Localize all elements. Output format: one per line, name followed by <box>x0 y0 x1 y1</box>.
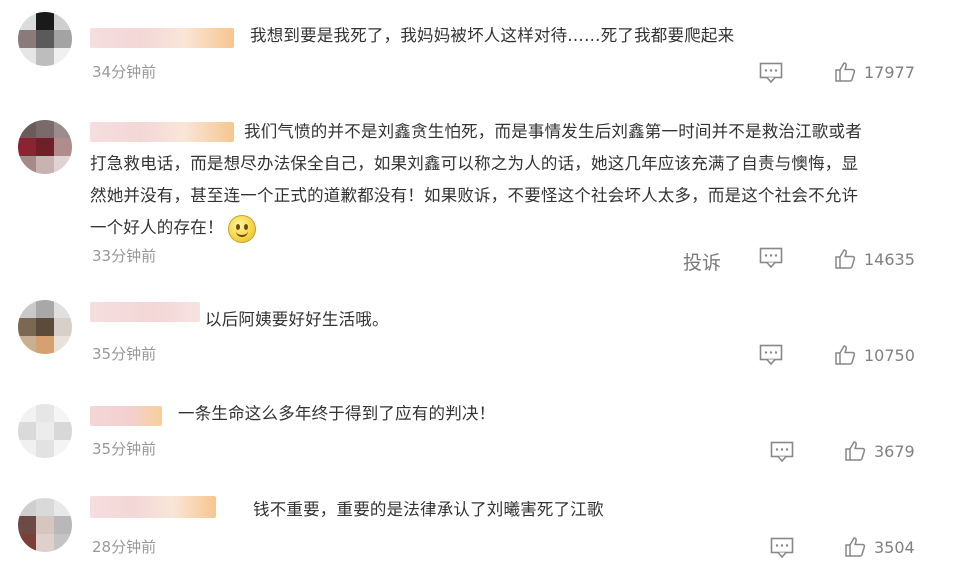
avatar[interactable] <box>18 300 72 354</box>
comment-icon[interactable] <box>770 441 794 463</box>
comment-item: 我们气愤的并不是刘鑫贪生怕死，而是事情发生后刘鑫第一时间并不是救治江歌或者 打急… <box>0 120 956 280</box>
comment-text: 我们气愤的并不是刘鑫贪生怕死，而是事情发生后刘鑫第一时间并不是救治江歌或者 打急… <box>90 116 916 244</box>
thumbs-up-icon <box>834 61 856 83</box>
avatar-mosaic-cell <box>36 516 54 534</box>
like-button[interactable]: 3504 <box>844 536 915 558</box>
like-button[interactable]: 14635 <box>834 248 915 270</box>
like-count: 3504 <box>874 537 915 557</box>
comment-item: 我想到要是我死了，我妈妈被坏人这样对待……死了我都要爬起来 34分钟前 1797… <box>0 12 956 92</box>
avatar-mosaic-cell <box>54 336 72 354</box>
avatar-mosaic-cell <box>18 516 36 534</box>
avatar-mosaic-cell <box>18 534 36 552</box>
avatar-mosaic-cell <box>54 318 72 336</box>
comment-icon[interactable] <box>759 247 783 269</box>
comment-item: 钱不重要，重要的是法律承认了刘曦害死了江歌 28分钟前 3504 <box>0 494 956 570</box>
avatar-mosaic-cell <box>54 12 72 30</box>
avatar-mosaic-cell <box>36 300 54 318</box>
avatar-mosaic-cell <box>54 138 72 156</box>
thumbs-up-icon <box>844 440 866 462</box>
avatar-mosaic-cell <box>36 156 54 174</box>
avatar-mosaic-cell <box>54 120 72 138</box>
avatar-mosaic-cell <box>18 12 36 30</box>
comment-time: 34分钟前 <box>92 63 157 81</box>
avatar-mosaic-cell <box>36 404 54 422</box>
avatar-mosaic-cell <box>36 120 54 138</box>
username-blurred[interactable] <box>90 406 162 426</box>
comment-icon[interactable] <box>759 62 783 84</box>
like-count: 10750 <box>864 345 915 365</box>
avatar-mosaic-cell <box>18 156 36 174</box>
avatar-mosaic-cell <box>36 30 54 48</box>
avatar-mosaic-cell <box>18 318 36 336</box>
like-count: 14635 <box>864 249 915 269</box>
avatar-mosaic-cell <box>36 138 54 156</box>
avatar-mosaic-cell <box>54 498 72 516</box>
report-button[interactable]: 投诉 <box>683 248 721 275</box>
comment-text: 我想到要是我死了，我妈妈被坏人这样对待……死了我都要爬起来 <box>250 26 735 45</box>
avatar-mosaic-cell <box>18 422 36 440</box>
comment-text: 一条生命这么多年终于得到了应有的判决！ <box>178 404 496 423</box>
avatar-mosaic-cell <box>36 498 54 516</box>
comment-icon[interactable] <box>759 344 783 366</box>
like-button[interactable]: 10750 <box>834 344 915 366</box>
avatar[interactable] <box>18 12 72 66</box>
avatar-mosaic-cell <box>54 404 72 422</box>
username-blurred[interactable] <box>90 302 200 322</box>
avatar-mosaic-cell <box>54 516 72 534</box>
like-count: 17977 <box>864 62 915 82</box>
like-button[interactable]: 3679 <box>844 440 915 462</box>
comment-item: 以后阿姨要好好生活哦。 35分钟前 10750 <box>0 300 956 380</box>
avatar-mosaic-cell <box>18 300 36 318</box>
comment-time: 28分钟前 <box>92 538 157 556</box>
avatar[interactable] <box>18 498 72 552</box>
avatar-mosaic-cell <box>36 48 54 66</box>
avatar-mosaic-cell <box>54 156 72 174</box>
thumbs-up-icon <box>844 536 866 558</box>
avatar[interactable] <box>18 120 72 174</box>
avatar-mosaic-cell <box>54 440 72 458</box>
username-blurred[interactable] <box>90 28 234 48</box>
avatar-mosaic-cell <box>18 30 36 48</box>
avatar-mosaic-cell <box>54 30 72 48</box>
avatar-mosaic-cell <box>18 336 36 354</box>
thumbs-up-icon <box>834 248 856 270</box>
avatar-mosaic-cell <box>54 48 72 66</box>
avatar[interactable] <box>18 404 72 458</box>
like-count: 3679 <box>874 441 915 461</box>
avatar-mosaic-cell <box>18 498 36 516</box>
comment-text: 以后阿姨要好好生活哦。 <box>205 310 389 329</box>
thumbs-up-icon <box>834 344 856 366</box>
avatar-mosaic-cell <box>36 318 54 336</box>
avatar-mosaic-cell <box>36 336 54 354</box>
avatar-mosaic-cell <box>18 120 36 138</box>
comment-time: 33分钟前 <box>92 247 157 265</box>
avatar-mosaic-cell <box>18 48 36 66</box>
avatar-mosaic-cell <box>18 404 36 422</box>
avatar-mosaic-cell <box>36 534 54 552</box>
avatar-mosaic-cell <box>36 422 54 440</box>
avatar-mosaic-cell <box>54 534 72 552</box>
comment-text: 钱不重要，重要的是法律承认了刘曦害死了江歌 <box>253 500 604 519</box>
avatar-mosaic-cell <box>36 12 54 30</box>
smile-emoji-icon <box>227 214 256 243</box>
comment-item: 一条生命这么多年终于得到了应有的判决！ 35分钟前 3679 <box>0 398 956 478</box>
comment-icon[interactable] <box>770 537 794 559</box>
avatar-mosaic-cell <box>54 422 72 440</box>
avatar-mosaic-cell <box>54 300 72 318</box>
comment-time: 35分钟前 <box>92 345 157 363</box>
avatar-mosaic-cell <box>36 440 54 458</box>
comment-time: 35分钟前 <box>92 440 157 458</box>
like-button[interactable]: 17977 <box>834 61 915 83</box>
avatar-mosaic-cell <box>18 440 36 458</box>
username-blurred[interactable] <box>90 496 216 518</box>
avatar-mosaic-cell <box>18 138 36 156</box>
